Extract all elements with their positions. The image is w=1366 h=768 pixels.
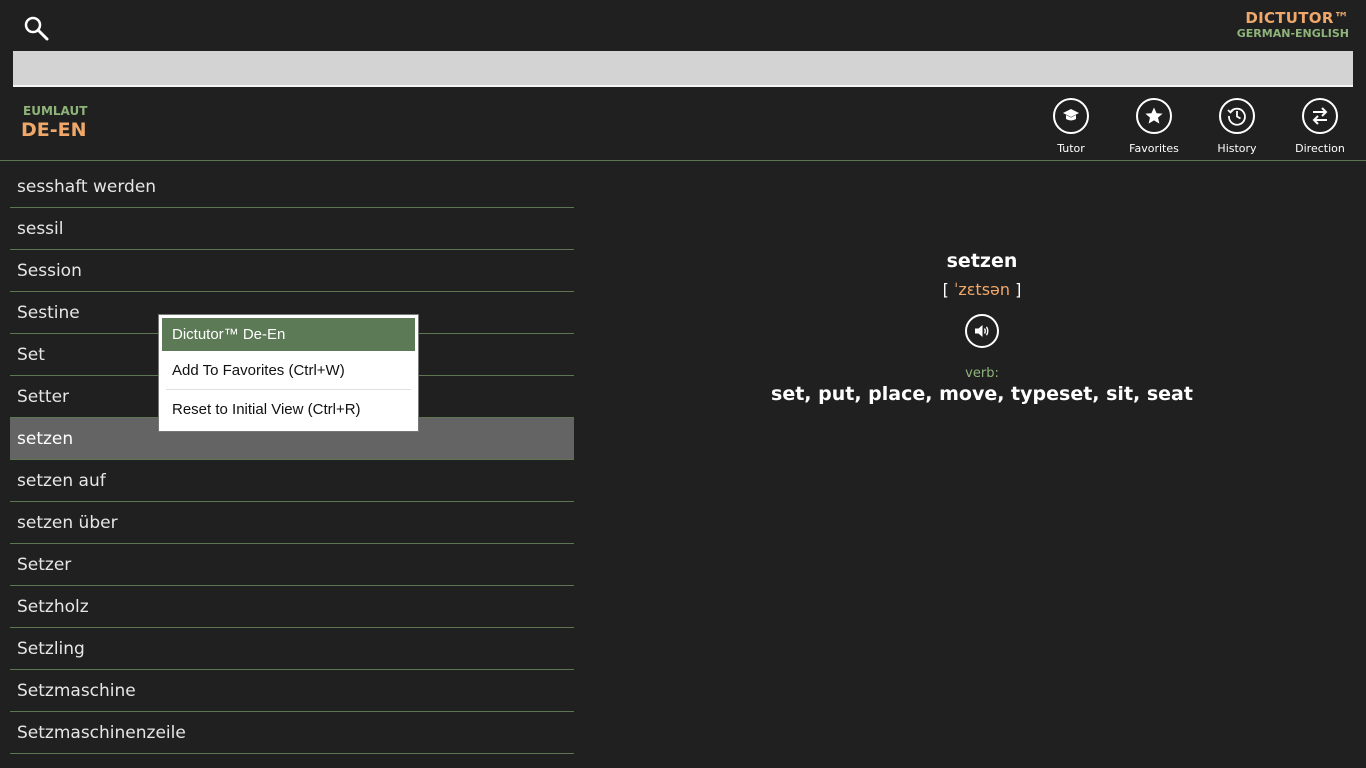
phonetic-bracket-open: [ <box>942 280 949 299</box>
context-menu-item-reset-view[interactable]: Reset to Initial View (Ctrl+R) <box>162 390 415 428</box>
context-menu-item-add-favorites[interactable]: Add To Favorites (Ctrl+W) <box>162 351 415 389</box>
phonetic-transcription: ˈzɛtsən <box>953 280 1011 299</box>
search-button[interactable] <box>22 14 50 42</box>
word-list-item[interactable]: Setzmaschinenzeile <box>10 712 574 754</box>
context-menu-item-dictutor[interactable]: Dictutor™ De-En <box>162 318 415 351</box>
word-list: sesshaft werden sessil Session Sestine S… <box>10 166 574 768</box>
graduation-cap-icon <box>1053 98 1089 134</box>
word-detail: setzen [ ˈzɛtsən ] verb: set, put, place… <box>598 250 1366 405</box>
word-list-item[interactable]: setzen über <box>10 502 574 544</box>
toolbar: Tutor Favorites History Direction <box>1037 98 1354 155</box>
detail-headword: setzen <box>946 250 1018 272</box>
brand: DICTUTOR™ GERMAN-ENGLISH <box>1237 9 1349 41</box>
dictionary-code: DE-EN <box>21 119 87 141</box>
app-window: DICTUTOR™ GERMAN-ENGLISH EUMLAUT DE-EN T… <box>0 0 1366 768</box>
play-audio-button[interactable] <box>965 314 999 348</box>
word-list-item[interactable]: sessil <box>10 208 574 250</box>
word-list-item[interactable]: setzen auf <box>10 460 574 502</box>
context-menu: Dictutor™ De-En Add To Favorites (Ctrl+W… <box>158 314 419 432</box>
header-divider <box>0 160 1366 161</box>
word-list-item[interactable]: Setzholz <box>10 586 574 628</box>
word-list-item[interactable]: sesshaft werden <box>10 166 574 208</box>
direction-button[interactable]: Direction <box>1286 98 1354 155</box>
tutor-button[interactable]: Tutor <box>1037 98 1105 155</box>
word-list-item[interactable]: Setzer <box>10 544 574 586</box>
favorites-button[interactable]: Favorites <box>1120 98 1188 155</box>
star-icon <box>1136 98 1172 134</box>
translation-text: set, put, place, move, typeset, sit, sea… <box>771 383 1193 405</box>
brand-title: DICTUTOR™ <box>1245 9 1349 27</box>
brand-subtitle: GERMAN-ENGLISH <box>1236 27 1349 40</box>
word-list-item[interactable]: Session <box>10 250 574 292</box>
history-label: History <box>1217 142 1257 155</box>
swap-arrows-icon <box>1302 98 1338 134</box>
phonetic-bracket-close: ] <box>1015 280 1022 299</box>
tutor-label: Tutor <box>1057 142 1085 155</box>
detail-phonetic-line: [ ˈzɛtsən ] <box>598 280 1366 299</box>
history-clock-icon <box>1219 98 1255 134</box>
favorites-label: Favorites <box>1129 142 1179 155</box>
search-icon <box>24 16 49 41</box>
direction-label: Direction <box>1295 142 1345 155</box>
dictionary-subtitle: EUMLAUT <box>23 104 88 118</box>
part-of-speech: verb: <box>965 366 999 381</box>
word-list-item[interactable]: Setzmaschine <box>10 670 574 712</box>
history-button[interactable]: History <box>1203 98 1271 155</box>
search-input[interactable] <box>13 51 1353 87</box>
word-list-item[interactable]: Setzling <box>10 628 574 670</box>
speaker-icon <box>975 325 989 337</box>
